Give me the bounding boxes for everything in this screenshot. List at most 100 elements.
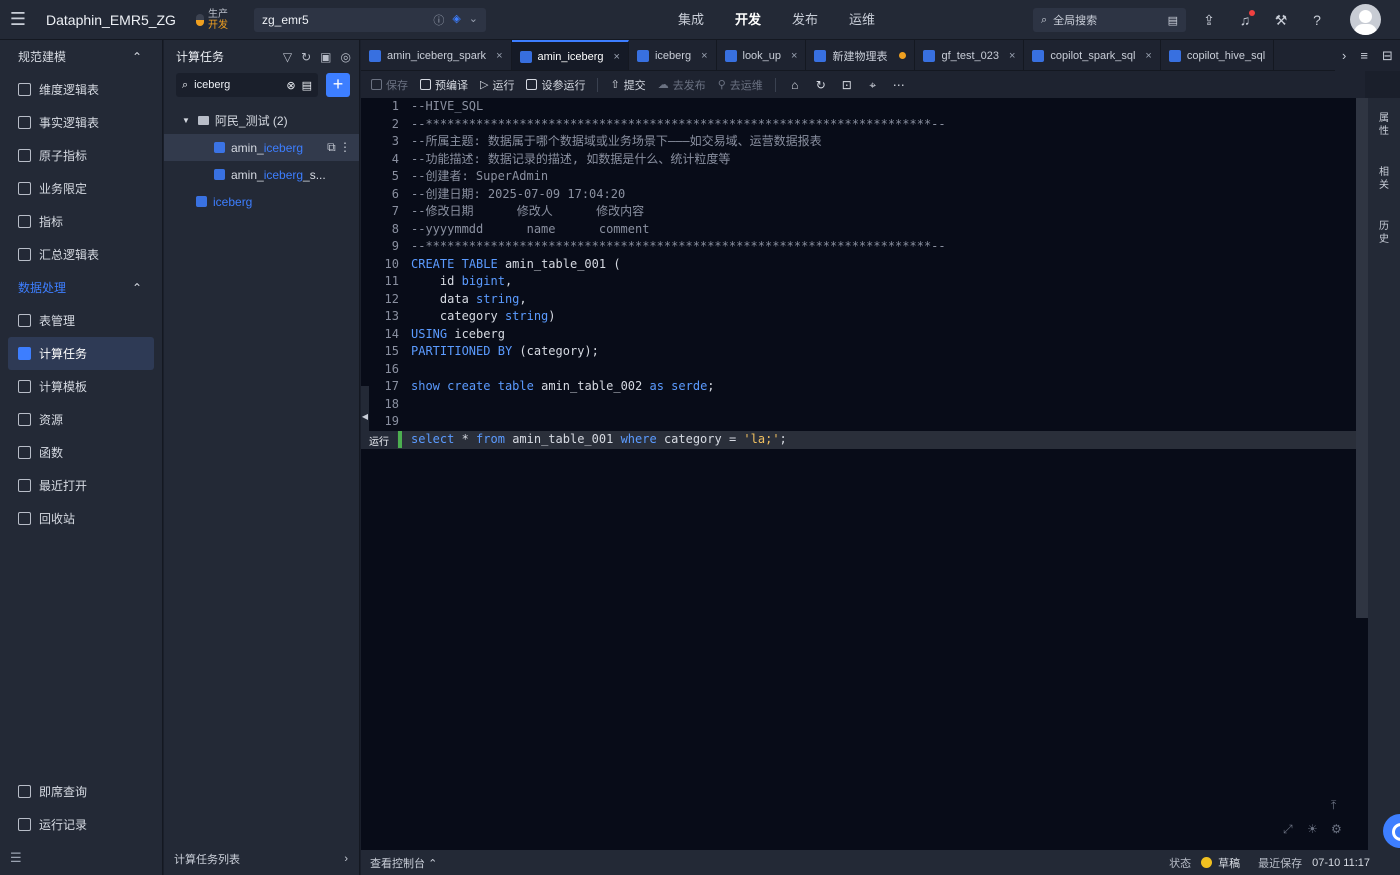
nav-item-summary-table[interactable]: 汇总逻辑表 xyxy=(8,238,154,271)
locate-icon[interactable]: ◎ xyxy=(341,50,351,64)
nav-item-resource[interactable]: 资源 xyxy=(8,403,154,436)
close-icon[interactable]: × xyxy=(1009,50,1015,62)
code-text: --功能描述: 数据记录的描述, 如数据是什么、统计粒度等 xyxy=(411,151,731,166)
project-select[interactable]: zg_emr5 ⓘ ◈ ⌄ xyxy=(254,7,486,32)
tools-icon[interactable]: ⚒ xyxy=(1272,11,1290,29)
history-tab[interactable]: 历史 xyxy=(1378,220,1390,246)
nav-ops[interactable]: 运维 xyxy=(849,0,906,40)
nav-item-atomic-metric[interactable]: 原子指标 xyxy=(8,139,154,172)
chevron-right-icon[interactable]: › xyxy=(1342,48,1346,63)
nav-item-table-management[interactable]: 表管理 xyxy=(8,304,154,337)
nav-integration[interactable]: 集成 xyxy=(678,0,735,40)
tab-amin-iceberg-spark[interactable]: amin_iceberg_spark × xyxy=(361,40,512,70)
nav-item-metric[interactable]: 指标 xyxy=(8,205,154,238)
more-icon[interactable]: ⋯ xyxy=(892,78,906,92)
nav-item-dimension-table[interactable]: 维度逻辑表 xyxy=(8,73,154,106)
nav-item-fact-table[interactable]: 事实逻辑表 xyxy=(8,106,154,139)
avatar[interactable] xyxy=(1350,4,1381,35)
upload-icon[interactable]: ⇪ xyxy=(1200,11,1218,29)
refresh-icon[interactable]: ↻ xyxy=(814,78,828,92)
nav-item-function[interactable]: 函数 xyxy=(8,436,154,469)
panel-toggle-icon[interactable]: ⊟ xyxy=(1382,48,1393,64)
lock-icon[interactable]: ⊡ xyxy=(840,78,854,92)
submit-button[interactable]: ⇧ 提交 xyxy=(610,77,645,93)
chevron-down-icon[interactable]: ⌄ xyxy=(469,12,478,28)
code-text: data string, xyxy=(439,291,527,306)
code-text: USING iceberg xyxy=(411,326,505,341)
code-editor[interactable]: 1 --HIVE_SQL 2 --*************************… xyxy=(361,98,1368,850)
related-tab[interactable]: 相关 xyxy=(1378,166,1390,192)
menu-icon[interactable]: ☰ xyxy=(0,0,36,40)
nav-label: 运行记录 xyxy=(39,818,88,832)
layers-icon xyxy=(18,182,31,195)
tab-gf-test-023[interactable]: gf_test_023 × xyxy=(915,40,1025,70)
line-number: 12 xyxy=(384,291,399,306)
refresh-icon[interactable]: ↻ xyxy=(301,50,311,64)
tab-copilot-hive-sql[interactable]: copilot_hive_sql xyxy=(1161,40,1275,70)
help-icon[interactable]: ? xyxy=(1308,11,1326,29)
bell-icon[interactable]: ♫ xyxy=(1236,10,1255,29)
param-run-button[interactable]: 设参运行 xyxy=(526,77,585,93)
close-icon[interactable]: × xyxy=(791,50,797,62)
scroll-top-icon[interactable]: ⤒ xyxy=(1331,798,1336,813)
copy-icon[interactable]: ⧉ ⋮ xyxy=(327,140,351,155)
tree-item[interactable]: iceberg xyxy=(164,188,359,215)
tab-amin-iceberg[interactable]: amin_iceberg × xyxy=(511,40,629,70)
advanced-search-icon[interactable]: ▤ xyxy=(1168,14,1178,27)
console-toggle[interactable]: 查看控制台 ⌃ xyxy=(370,855,437,871)
nav-item-recent[interactable]: 最近打开 xyxy=(8,469,154,502)
table-icon xyxy=(18,248,31,261)
editor-scrollbar[interactable] xyxy=(1356,98,1368,618)
tree-item[interactable]: amin_ iceberg _s... xyxy=(164,161,359,188)
section-modeling[interactable]: 规范建模 ⌃ xyxy=(0,40,162,73)
close-icon[interactable]: × xyxy=(701,50,707,62)
info-icon[interactable]: ⓘ xyxy=(433,12,444,28)
collapse-sidebar-icon[interactable]: ☰ xyxy=(10,850,22,866)
nav-develop[interactable]: 开发 xyxy=(735,0,792,40)
tab-list-icon[interactable]: ≡ xyxy=(1360,48,1368,63)
code-line: 9 --*************************************… xyxy=(361,238,1368,256)
run-button[interactable]: ▷ 运行 xyxy=(480,77,514,93)
location-icon[interactable]: ⌖ xyxy=(866,78,880,92)
tree-folder[interactable]: ▼ 阿民_测试 (2) xyxy=(164,107,359,134)
properties-tab[interactable]: 属性 xyxy=(1378,112,1390,138)
format-icon[interactable]: ⌂ xyxy=(788,78,802,92)
add-task-button[interactable]: + xyxy=(326,73,350,97)
tab-look-up[interactable]: look_up × xyxy=(717,40,807,70)
sql-file-icon xyxy=(1032,49,1045,62)
section-data-processing[interactable]: 数据处理 ⌃ xyxy=(0,271,162,304)
settings-icon[interactable]: ⚙ xyxy=(1331,822,1342,836)
ops-button[interactable]: ⚲ 去运维 xyxy=(718,77,763,93)
new-folder-icon[interactable]: ▣ xyxy=(320,50,331,64)
close-icon[interactable]: × xyxy=(614,51,620,63)
tab-new-physical-table[interactable]: 新建物理表 xyxy=(806,40,916,70)
code-text: --创建日期: 2025-07-09 17:04:20 xyxy=(411,186,626,201)
close-icon[interactable]: × xyxy=(1145,50,1151,62)
tree-search-input[interactable]: ⌕ iceberg ⊗ ▤ xyxy=(176,73,318,97)
tab-iceberg[interactable]: iceberg × xyxy=(629,40,717,70)
panel-title: 计算任务 xyxy=(176,50,225,64)
close-icon[interactable]: × xyxy=(496,50,502,62)
nav-item-run-records[interactable]: 运行记录 xyxy=(8,808,155,841)
nav-item-business-filter[interactable]: 业务限定 xyxy=(8,172,154,205)
clear-icon[interactable]: ⊗ xyxy=(286,79,295,92)
collapse-panel-icon[interactable]: ◀ xyxy=(361,386,369,446)
nav-item-adhoc-query[interactable]: 即席查询 xyxy=(8,775,155,808)
publish-button[interactable]: ☁ 去发布 xyxy=(658,77,706,93)
nav-item-recycle-bin[interactable]: 回收站 xyxy=(8,502,154,535)
save-button[interactable]: 保存 xyxy=(371,77,408,93)
task-list-footer[interactable]: 计算任务列表 › xyxy=(164,842,360,875)
filter-icon[interactable]: ▽ xyxy=(283,50,292,64)
precompile-button[interactable]: 预编译 xyxy=(420,77,468,93)
nav-item-compute-template[interactable]: 计算模板 xyxy=(8,370,154,403)
nav-publish[interactable]: 发布 xyxy=(792,0,849,40)
theme-icon[interactable]: ☀ xyxy=(1307,822,1318,836)
env-switch[interactable]: 生产 开发 xyxy=(196,9,248,31)
tree-item[interactable]: amin_ iceberg ⧉ ⋮ xyxy=(164,134,359,161)
nav-label: 汇总逻辑表 xyxy=(39,248,100,262)
tab-copilot-spark-sql[interactable]: copilot_spark_sql × xyxy=(1024,40,1161,70)
advanced-filter-icon[interactable]: ▤ xyxy=(302,79,312,92)
nav-item-compute-task[interactable]: 计算任务 xyxy=(8,337,154,370)
fullscreen-icon[interactable]: ⤢ xyxy=(1283,822,1293,837)
global-search[interactable]: ⌕ 全局搜索 ▤ xyxy=(1033,8,1186,32)
